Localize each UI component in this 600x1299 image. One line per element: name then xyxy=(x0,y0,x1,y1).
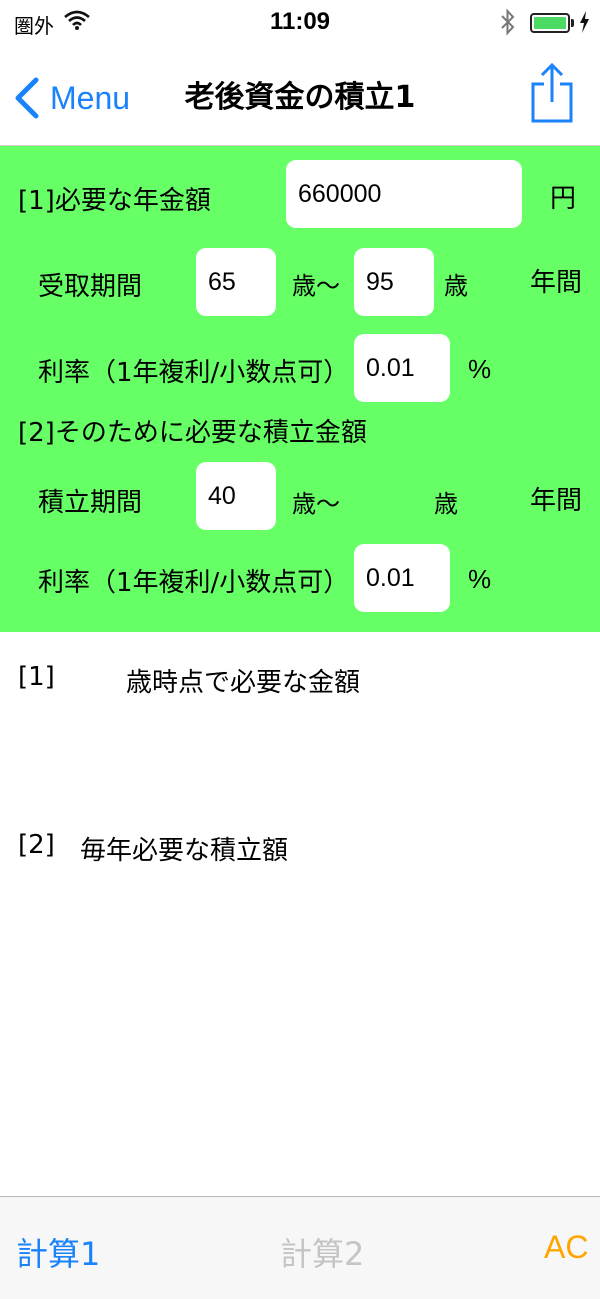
charging-bolt-icon xyxy=(580,11,589,33)
years-unit-label: 年間 xyxy=(530,268,583,298)
accum-age-from-unit-label: 歳〜 xyxy=(292,490,340,518)
section1-label: [1]必要な年金額 xyxy=(18,186,211,216)
percent-unit-label: % xyxy=(468,354,492,384)
receive-period-label: 受取期間 xyxy=(38,272,143,302)
bluetooth-icon xyxy=(501,8,515,36)
receive-end-age-input[interactable]: 95 xyxy=(354,248,434,316)
age-from-unit-label: 歳〜 xyxy=(292,272,340,300)
annual-amount-input[interactable]: 660000 xyxy=(286,160,522,228)
section2-label: [2]そのために必要な積立金額 xyxy=(18,418,367,448)
calc2-button[interactable]: 計算2 xyxy=(280,1229,364,1275)
accum-start-age-input[interactable]: 40 xyxy=(196,462,276,530)
battery-tip xyxy=(571,19,574,27)
rate2-input[interactable]: 0.01 xyxy=(354,544,450,612)
status-bar: 圏外 11:09 xyxy=(0,0,600,46)
result1-tag: [1] xyxy=(18,662,55,692)
page-title: 老後資金の積立1 xyxy=(184,80,416,115)
rate1-label: 利率（1年複利/小数点可） xyxy=(38,358,350,388)
navigation-bar: Menu 老後資金の積立1 xyxy=(0,46,600,146)
result2-tag: [2] xyxy=(18,830,55,860)
rate1-input[interactable]: 0.01 xyxy=(354,334,450,402)
rate2-label: 利率（1年複利/小数点可） xyxy=(38,568,350,598)
share-icon[interactable] xyxy=(530,62,574,124)
calc1-button[interactable]: 計算1 xyxy=(16,1229,100,1275)
bottom-toolbar: 計算1 計算2 AC xyxy=(0,1196,600,1299)
all-clear-button[interactable]: AC xyxy=(544,1229,588,1266)
percent2-unit-label: % xyxy=(468,564,492,594)
battery-icon xyxy=(530,13,570,33)
result1-text: 歳時点で必要な金額 xyxy=(126,668,361,698)
accum-years-unit-label: 年間 xyxy=(530,486,583,516)
yen-unit-label: 円 xyxy=(550,184,577,214)
input-panel: [1]必要な年金額 660000 円 受取期間 65 歳〜 95 歳 年間 利率… xyxy=(0,146,600,632)
accum-age-unit-label: 歳 xyxy=(434,490,458,518)
accum-period-label: 積立期間 xyxy=(38,488,143,518)
age-unit-label: 歳 xyxy=(444,272,468,300)
receive-start-age-input[interactable]: 65 xyxy=(196,248,276,316)
result2-text: 毎年必要な積立額 xyxy=(80,836,289,866)
